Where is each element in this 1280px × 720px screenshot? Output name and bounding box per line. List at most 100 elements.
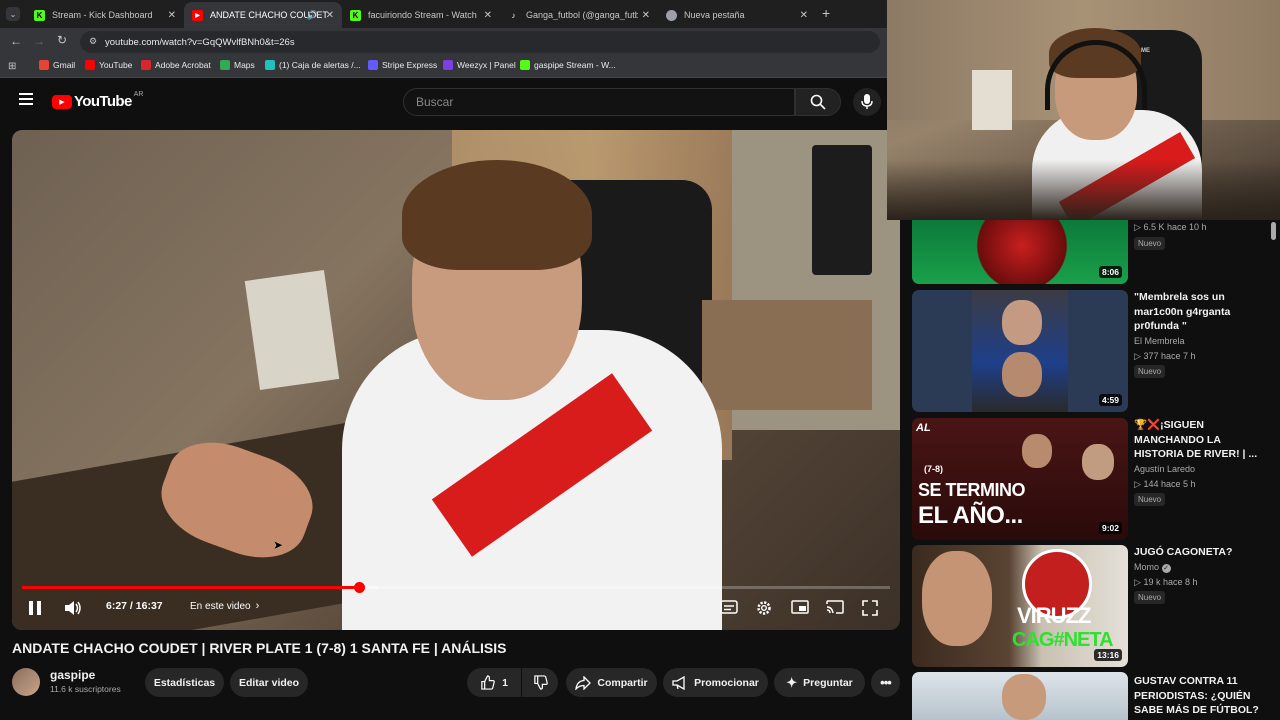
scrubber-handle[interactable]: [353, 582, 365, 593]
tab-search-icon[interactable]: ⌄: [6, 7, 20, 21]
new-tab-plus-icon[interactable]: +: [822, 5, 830, 21]
progress-bar[interactable]: [22, 582, 890, 593]
close-tab-icon[interactable]: ✕: [326, 10, 334, 21]
play-count-icon: ▷: [1134, 351, 1141, 361]
webcam-overlay: GAME: [887, 0, 1280, 220]
stats-button[interactable]: Estadísticas: [145, 668, 224, 697]
more-horizontal-icon: •••: [880, 675, 892, 690]
bookmark-adobe-acrobat[interactable]: Adobe Acrobat: [141, 60, 211, 70]
close-tab-icon[interactable]: ✕: [168, 10, 176, 21]
tab-youtube-video[interactable]: ▶ ANDATE CHACHO COUDET 🔊 ✕: [184, 2, 342, 28]
channel-avatar[interactable]: [12, 668, 40, 696]
apps-grid-icon[interactable]: ⊞: [8, 61, 16, 72]
bookmark-youtube[interactable]: YouTube: [85, 60, 132, 70]
tab-kick-dashboard[interactable]: K Stream - Kick Dashboard ✕: [26, 2, 184, 28]
video-title: ANDATE CHACHO COUDET | RIVER PLATE 1 (7-…: [12, 640, 507, 656]
volume-button[interactable]: [64, 600, 82, 616]
video-thumbnail[interactable]: 4:59: [912, 290, 1128, 412]
video-title[interactable]: JUGÓ CAGONETA?: [1134, 545, 1259, 560]
video-thumbnail[interactable]: VIRUZZ CAG#NETA 13:16: [912, 545, 1128, 667]
chrome-icon: [666, 9, 677, 21]
search-icon: [810, 94, 826, 110]
close-tab-icon[interactable]: ✕: [642, 10, 650, 21]
bookmark-kick-stream[interactable]: gaspipe Stream - W...: [520, 60, 616, 70]
channel-name[interactable]: Momo ✓: [1134, 562, 1171, 573]
recommendation-item[interactable]: AL (7-8) SE TERMINO EL AÑO... 9:02 🏆❌¡SI…: [912, 418, 1267, 540]
played-bar: [22, 586, 359, 589]
new-badge: Nuevo: [1134, 365, 1166, 378]
site-info-icon[interactable]: ⚙: [89, 36, 97, 47]
reload-icon[interactable]: ↻: [57, 33, 67, 47]
subscriber-count: 11.6 k suscriptores: [50, 684, 121, 694]
recommendation-item[interactable]: VIRUZZ CAG#NETA 13:16 JUGÓ CAGONETA? Mom…: [912, 545, 1267, 667]
play-count-icon: ▷: [1134, 577, 1141, 587]
streamelements-icon: [265, 60, 275, 70]
bookmarks-bar: ⊞ Gmail YouTube Adobe Acrobat Maps (1) C…: [0, 56, 887, 78]
channel-name[interactable]: gaspipe: [50, 668, 95, 682]
subtitles-icon: [720, 600, 738, 614]
video-title[interactable]: 🏆❌¡SIGUEN MANCHANDO LA HISTORIA DE RIVER…: [1134, 418, 1259, 462]
miniplayer-icon: [791, 600, 809, 614]
bookmark-weezyx[interactable]: Weezyx | Panel: [443, 60, 516, 70]
mouse-cursor-icon: ➤: [273, 538, 284, 552]
settings-button[interactable]: [756, 600, 772, 616]
browser-tab-bar: ⌄ K Stream - Kick Dashboard ✕ ▶ ANDATE C…: [0, 0, 887, 28]
video-thumbnail[interactable]: 8:06: [912, 220, 1128, 284]
bookmark-maps[interactable]: Maps: [220, 60, 255, 70]
tab-kick-stream[interactable]: K facuiriondo Stream - Watch Live ✕: [342, 2, 500, 28]
forward-arrow-icon[interactable]: →: [33, 34, 45, 48]
channel-name[interactable]: El Membrela: [1134, 336, 1185, 346]
promote-button[interactable]: Promocionar: [663, 668, 768, 697]
dislike-button[interactable]: [522, 668, 558, 697]
menu-hamburger-icon[interactable]: [19, 93, 33, 105]
recommendation-item[interactable]: GUSTAV CONTRA 11 PERIODISTAS: ¿QUIÉN SAB…: [912, 672, 1267, 720]
youtube-logo[interactable]: ▶ YouTube AR: [52, 91, 143, 110]
gear-icon: [757, 601, 771, 615]
more-actions-button[interactable]: •••: [871, 668, 900, 697]
cast-button[interactable]: [826, 600, 844, 614]
megaphone-icon: [672, 675, 685, 690]
video-title[interactable]: GUSTAV CONTRA 11 PERIODISTAS: ¿QUIÉN SAB…: [1134, 674, 1259, 718]
audio-playing-icon[interactable]: 🔊: [307, 10, 318, 21]
chapters-button[interactable]: En este video ›: [190, 600, 259, 612]
pause-button[interactable]: [28, 600, 42, 616]
subtitles-button[interactable]: [720, 600, 738, 614]
video-title[interactable]: "Membrela sos un mar1c00n g4rganta pr0fu…: [1134, 290, 1259, 334]
fullscreen-button[interactable]: [862, 600, 878, 616]
search-input[interactable]: Buscar: [403, 88, 795, 116]
chevron-right-icon: ›: [255, 600, 260, 612]
bookmark-alerts[interactable]: (1) Caja de alertas /...: [265, 60, 361, 70]
url-bar[interactable]: ⚙ youtube.com/watch?v=GqQWvlfBNh0&t=26s: [80, 31, 880, 53]
maps-icon: [220, 60, 230, 70]
close-tab-icon[interactable]: ✕: [484, 10, 492, 21]
tab-tiktok[interactable]: ♪ Ganga_futbol (@ganga_futbol) ✕: [500, 2, 658, 28]
video-player[interactable]: ➤ 6:27 / 16:37 En este video ›: [12, 130, 900, 630]
bookmark-gmail[interactable]: Gmail: [39, 60, 75, 70]
share-button[interactable]: Compartir: [566, 668, 657, 697]
video-thumbnail[interactable]: AL (7-8) SE TERMINO EL AÑO... 9:02: [912, 418, 1128, 540]
edit-video-button[interactable]: Editar video: [230, 668, 308, 697]
voice-search-button[interactable]: [853, 88, 881, 116]
channel-name[interactable]: Agustín Laredo: [1134, 464, 1195, 474]
search-button[interactable]: [795, 88, 841, 116]
ask-button[interactable]: ✦ Preguntar: [774, 668, 865, 697]
sidebar-scrollbar[interactable]: [1271, 220, 1277, 720]
kick-icon: K: [34, 9, 45, 21]
tab-new-tab[interactable]: Nueva pestaña ✕: [658, 2, 816, 28]
video-frame: [12, 130, 900, 630]
like-button[interactable]: 1: [467, 668, 521, 697]
kick-icon: K: [350, 9, 361, 21]
browser-toolbar: ← → ↻ ⚙ youtube.com/watch?v=GqQWvlfBNh0&…: [0, 28, 887, 56]
close-tab-icon[interactable]: ✕: [800, 10, 808, 21]
back-arrow-icon[interactable]: ←: [10, 34, 22, 48]
recommendation-item[interactable]: 8:06 ▷ 6.5 K hace 10 h Nuevo: [912, 220, 1267, 286]
scrollbar-thumb[interactable]: [1271, 222, 1276, 240]
video-thumbnail[interactable]: [912, 672, 1128, 720]
thumbs-down-icon: [533, 675, 548, 690]
time-display: 6:27 / 16:37: [106, 600, 163, 612]
new-badge: Nuevo: [1134, 493, 1166, 506]
bookmark-stripe[interactable]: Stripe Express: [368, 60, 437, 70]
miniplayer-button[interactable]: [791, 600, 809, 614]
recommendation-item[interactable]: 4:59 "Membrela sos un mar1c00n g4rganta …: [912, 290, 1267, 412]
play-count-icon: ▷: [1134, 479, 1141, 489]
